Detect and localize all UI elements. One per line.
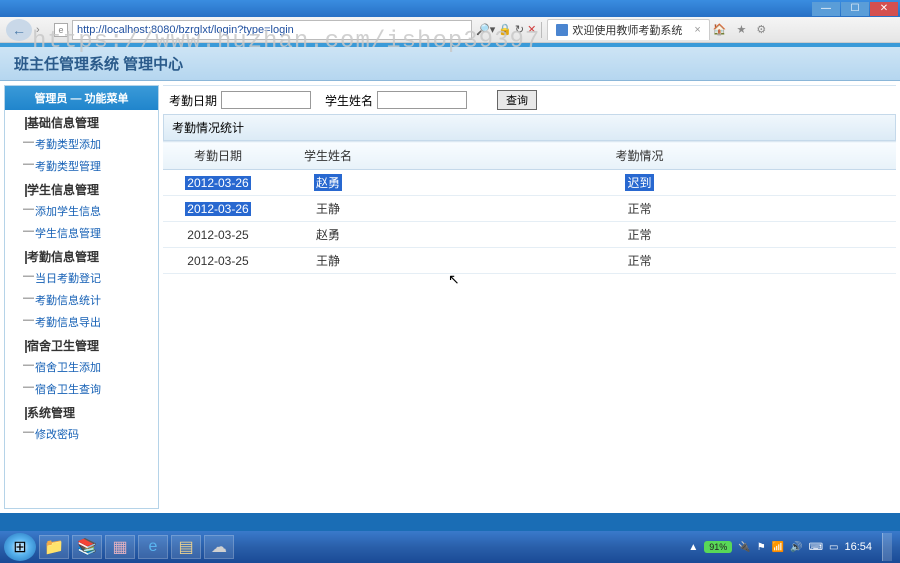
menu-item[interactable]: 添加学生信息 xyxy=(5,200,158,222)
filter-name-input[interactable] xyxy=(377,91,467,109)
system-tray: ▲ 91% 🔌 ⚑ 📶 🔊 ⌨ ▭ 16:54 xyxy=(688,533,896,561)
filter-bar: 考勤日期 学生姓名 查询 xyxy=(163,85,896,114)
tab-favicon xyxy=(556,24,568,36)
cell-name: 赵勇 xyxy=(273,222,383,248)
task-libraries-icon[interactable]: 📚 xyxy=(72,535,102,559)
attendance-table: 考勤日期 学生姓名 考勤情况 2012-03-26赵勇迟到2012-03-26王… xyxy=(163,141,896,274)
task-explorer-icon[interactable]: 📁 xyxy=(39,535,69,559)
window-close-button[interactable]: ✕ xyxy=(870,2,898,16)
menu-item[interactable]: 考勤类型添加 xyxy=(5,133,158,155)
sidebar: 管理员 — 功能菜单 基础信息管理考勤类型添加考勤类型管理学生信息管理添加学生信… xyxy=(4,85,159,509)
main-area: 管理员 — 功能菜单 基础信息管理考勤类型添加考勤类型管理学生信息管理添加学生信… xyxy=(0,81,900,513)
nav-forward-button[interactable]: › xyxy=(36,24,50,36)
start-button[interactable]: ⊞ xyxy=(4,533,36,561)
misc-icon[interactable]: ✕ xyxy=(527,23,536,36)
cell-status: 正常 xyxy=(383,248,896,274)
menu-item[interactable]: 修改密码 xyxy=(5,423,158,445)
menu-item[interactable]: 宿舍卫生查询 xyxy=(5,378,158,400)
th-status: 考勤情况 xyxy=(383,142,896,170)
address-bar[interactable] xyxy=(72,20,472,40)
menu-group: 基础信息管理 xyxy=(5,110,158,133)
tools-icon[interactable]: ⚙ xyxy=(756,23,766,36)
task-app3-icon[interactable]: ☁ xyxy=(204,535,234,559)
tab-title: 欢迎使用教师考勤系统 xyxy=(572,22,682,38)
table-header-row: 考勤日期 学生姓名 考勤情况 xyxy=(163,142,896,170)
table-row[interactable]: 2012-03-25王静正常 xyxy=(163,248,896,274)
tray-misc2-icon[interactable]: ▭ xyxy=(829,542,838,553)
window-maximize-button[interactable]: ☐ xyxy=(841,2,869,16)
refresh-icon[interactable]: 🔎▾ xyxy=(476,23,495,36)
taskbar-clock[interactable]: 16:54 xyxy=(844,541,872,553)
menu-item[interactable]: 宿舍卫生添加 xyxy=(5,356,158,378)
cell-status: 正常 xyxy=(383,222,896,248)
window-minimize-button[interactable]: — xyxy=(812,2,840,16)
stop-icon[interactable]: 🔒 xyxy=(498,23,512,36)
tray-network-icon[interactable]: 📶 xyxy=(772,542,784,553)
show-desktop-button[interactable] xyxy=(882,533,892,561)
browser-toolbar: ← › e 🔎▾ 🔒 ↻ ✕ 欢迎使用教师考勤系统 × 🏠 ★ ⚙ xyxy=(0,17,900,43)
tray-overflow-icon[interactable]: ▲ xyxy=(688,542,698,553)
tray-plug-icon[interactable]: 🔌 xyxy=(738,542,750,553)
task-ie-icon[interactable]: e xyxy=(138,535,168,559)
tray-misc1-icon[interactable]: ⌨ xyxy=(809,542,823,553)
filter-date-label: 考勤日期 xyxy=(169,92,217,109)
content-area: 考勤日期 学生姓名 查询 考勤情况统计 考勤日期 学生姓名 考勤情况 2012-… xyxy=(163,85,896,509)
home-icon[interactable]: 🏠 xyxy=(713,23,727,36)
cell-status: 迟到 xyxy=(383,170,896,196)
task-app2-icon[interactable]: ▤ xyxy=(171,535,201,559)
menu-item[interactable]: 考勤信息统计 xyxy=(5,289,158,311)
window-title-bar: — ☐ ✕ xyxy=(0,0,900,17)
menu-item[interactable]: 考勤类型管理 xyxy=(5,155,158,177)
table-row[interactable]: 2012-03-26赵勇迟到 xyxy=(163,170,896,196)
reload-icon[interactable]: ↻ xyxy=(515,23,524,36)
app-title: 班主任管理系统 管理中心 xyxy=(14,53,183,74)
cell-date: 2012-03-25 xyxy=(163,222,273,248)
menu-item[interactable]: 当日考勤登记 xyxy=(5,267,158,289)
cell-name: 王静 xyxy=(273,196,383,222)
cell-name: 王静 xyxy=(273,248,383,274)
tray-volume-icon[interactable]: 🔊 xyxy=(790,542,802,553)
cell-date: 2012-03-26 xyxy=(163,196,273,222)
battery-indicator[interactable]: 91% xyxy=(704,541,732,553)
page-icon: e xyxy=(54,23,68,37)
menu-item[interactable]: 学生信息管理 xyxy=(5,222,158,244)
table-row[interactable]: 2012-03-26王静正常 xyxy=(163,196,896,222)
cell-date: 2012-03-25 xyxy=(163,248,273,274)
table-row[interactable]: 2012-03-25赵勇正常 xyxy=(163,222,896,248)
taskbar: ⊞ 📁 📚 ▦ e ▤ ☁ ▲ 91% 🔌 ⚑ 📶 🔊 ⌨ ▭ 16:54 xyxy=(0,531,900,563)
cell-status: 正常 xyxy=(383,196,896,222)
menu-group: 系统管理 xyxy=(5,400,158,423)
tray-flag-icon[interactable]: ⚑ xyxy=(757,542,766,553)
toolbar-sep xyxy=(541,22,542,38)
task-app1-icon[interactable]: ▦ xyxy=(105,535,135,559)
filter-date-input[interactable] xyxy=(221,91,311,109)
th-date: 考勤日期 xyxy=(163,142,273,170)
menu-group: 学生信息管理 xyxy=(5,177,158,200)
menu-group: 考勤信息管理 xyxy=(5,244,158,267)
cell-date: 2012-03-26 xyxy=(163,170,273,196)
menu-item[interactable]: 考勤信息导出 xyxy=(5,311,158,333)
menu-group: 宿舍卫生管理 xyxy=(5,333,158,356)
filter-name-label: 学生姓名 xyxy=(325,92,373,109)
favorites-icon[interactable]: ★ xyxy=(737,23,747,36)
sidebar-header: 管理员 — 功能菜单 xyxy=(5,86,158,110)
tab-close-icon[interactable]: × xyxy=(694,24,700,36)
app-header: 班主任管理系统 管理中心 xyxy=(0,47,900,81)
search-button[interactable]: 查询 xyxy=(497,90,537,110)
th-name: 学生姓名 xyxy=(273,142,383,170)
browser-tab[interactable]: 欢迎使用教师考勤系统 × xyxy=(547,19,709,40)
cell-name: 赵勇 xyxy=(273,170,383,196)
nav-back-button[interactable]: ← xyxy=(6,19,32,41)
panel-title: 考勤情况统计 xyxy=(163,114,896,141)
